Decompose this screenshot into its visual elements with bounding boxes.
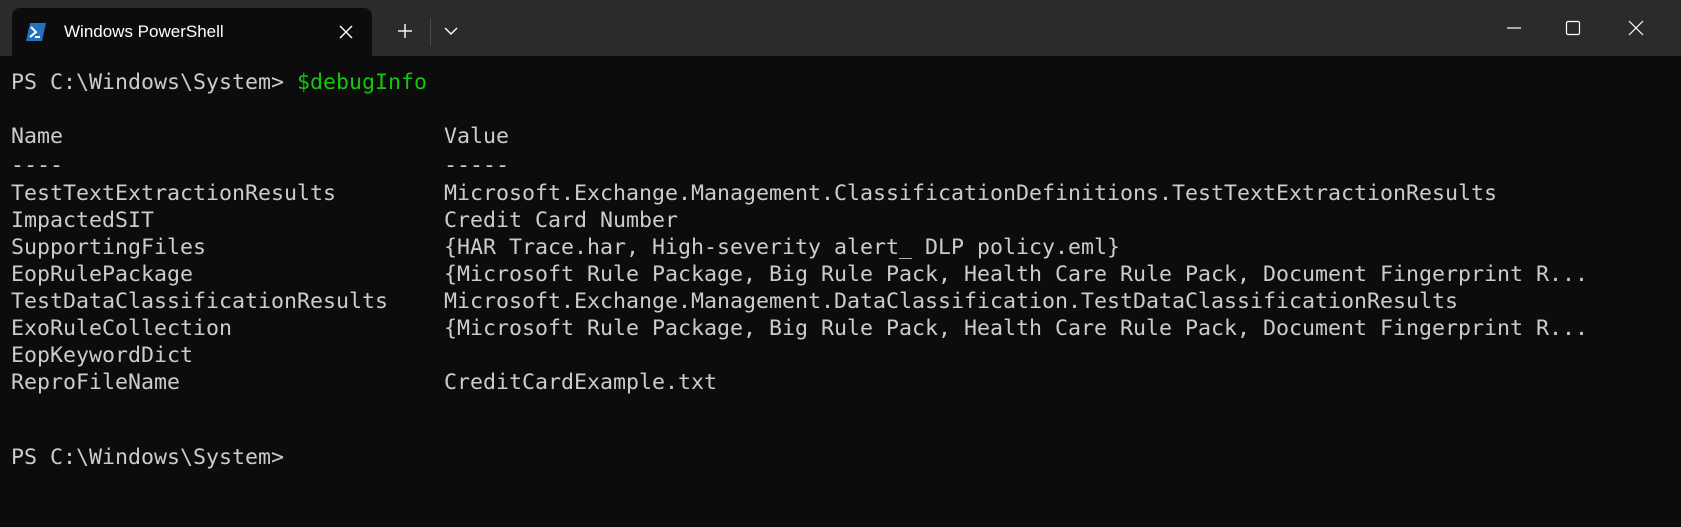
row-name: ExoRuleCollection	[11, 316, 233, 341]
row-name: EopRulePackage	[11, 262, 194, 287]
powershell-icon	[26, 23, 46, 41]
row-name: EopKeywordDict	[11, 343, 194, 368]
column-header-value: Value	[444, 124, 510, 149]
table-row: TestDataClassificationResults Microsoft.…	[0, 289, 1681, 318]
command-text: $debugInfo	[297, 70, 428, 95]
close-icon[interactable]	[334, 20, 358, 44]
separator-name: ----	[11, 153, 64, 178]
row-name: TestDataClassificationResults	[11, 289, 389, 314]
prompt-line-2: PS C:\Windows\System>	[11, 443, 284, 472]
table-row: SupportingFiles {HAR Trace.har, High-sev…	[0, 235, 1681, 264]
title-bar: Windows PowerShell	[0, 0, 1681, 56]
row-name: ReproFileName	[11, 370, 181, 395]
row-name: SupportingFiles	[11, 235, 207, 260]
table-row: ExoRuleCollection {Microsoft Rule Packag…	[0, 316, 1681, 345]
prompt-text-2: PS C:\Windows\System>	[11, 445, 285, 470]
maximize-icon[interactable]	[1550, 6, 1596, 50]
row-value: Microsoft.Exchange.Management.Classifica…	[444, 181, 1498, 206]
row-name: ImpactedSIT	[11, 208, 155, 233]
row-value: Credit Card Number	[444, 208, 679, 233]
terminal-output[interactable]: PS C:\Windows\System> $debugInfo Name Va…	[0, 56, 1681, 527]
row-value: {HAR Trace.har, High-severity alert_ DLP…	[444, 235, 1121, 260]
row-name: TestTextExtractionResults	[11, 181, 337, 206]
chevron-down-icon[interactable]	[436, 16, 466, 46]
row-value: Microsoft.Exchange.Management.DataClassi…	[444, 289, 1459, 314]
plus-icon[interactable]	[390, 16, 420, 46]
table-row: TestTextExtractionResults Microsoft.Exch…	[0, 181, 1681, 210]
table-row: ReproFileName CreditCardExample.txt	[0, 370, 1681, 399]
row-value: {Microsoft Rule Package, Big Rule Pack, …	[444, 316, 1589, 341]
table-row: EopKeywordDict	[0, 343, 1681, 372]
prompt-line: PS C:\Windows\System> $debugInfo	[11, 68, 427, 97]
separator-value: -----	[444, 153, 510, 178]
tab-divider	[430, 18, 431, 46]
column-header-name: Name	[11, 124, 64, 149]
tab-windows-powershell[interactable]: Windows PowerShell	[12, 8, 372, 56]
row-value: CreditCardExample.txt	[444, 370, 718, 395]
row-value: {Microsoft Rule Package, Big Rule Pack, …	[444, 262, 1589, 287]
minimize-icon[interactable]	[1491, 6, 1537, 50]
table-row: ImpactedSIT Credit Card Number	[0, 208, 1681, 237]
prompt-text: PS C:\Windows\System>	[11, 70, 298, 95]
tab-title: Windows PowerShell	[64, 22, 224, 41]
close-icon[interactable]	[1613, 6, 1659, 50]
table-row: EopRulePackage {Microsoft Rule Package, …	[0, 262, 1681, 291]
